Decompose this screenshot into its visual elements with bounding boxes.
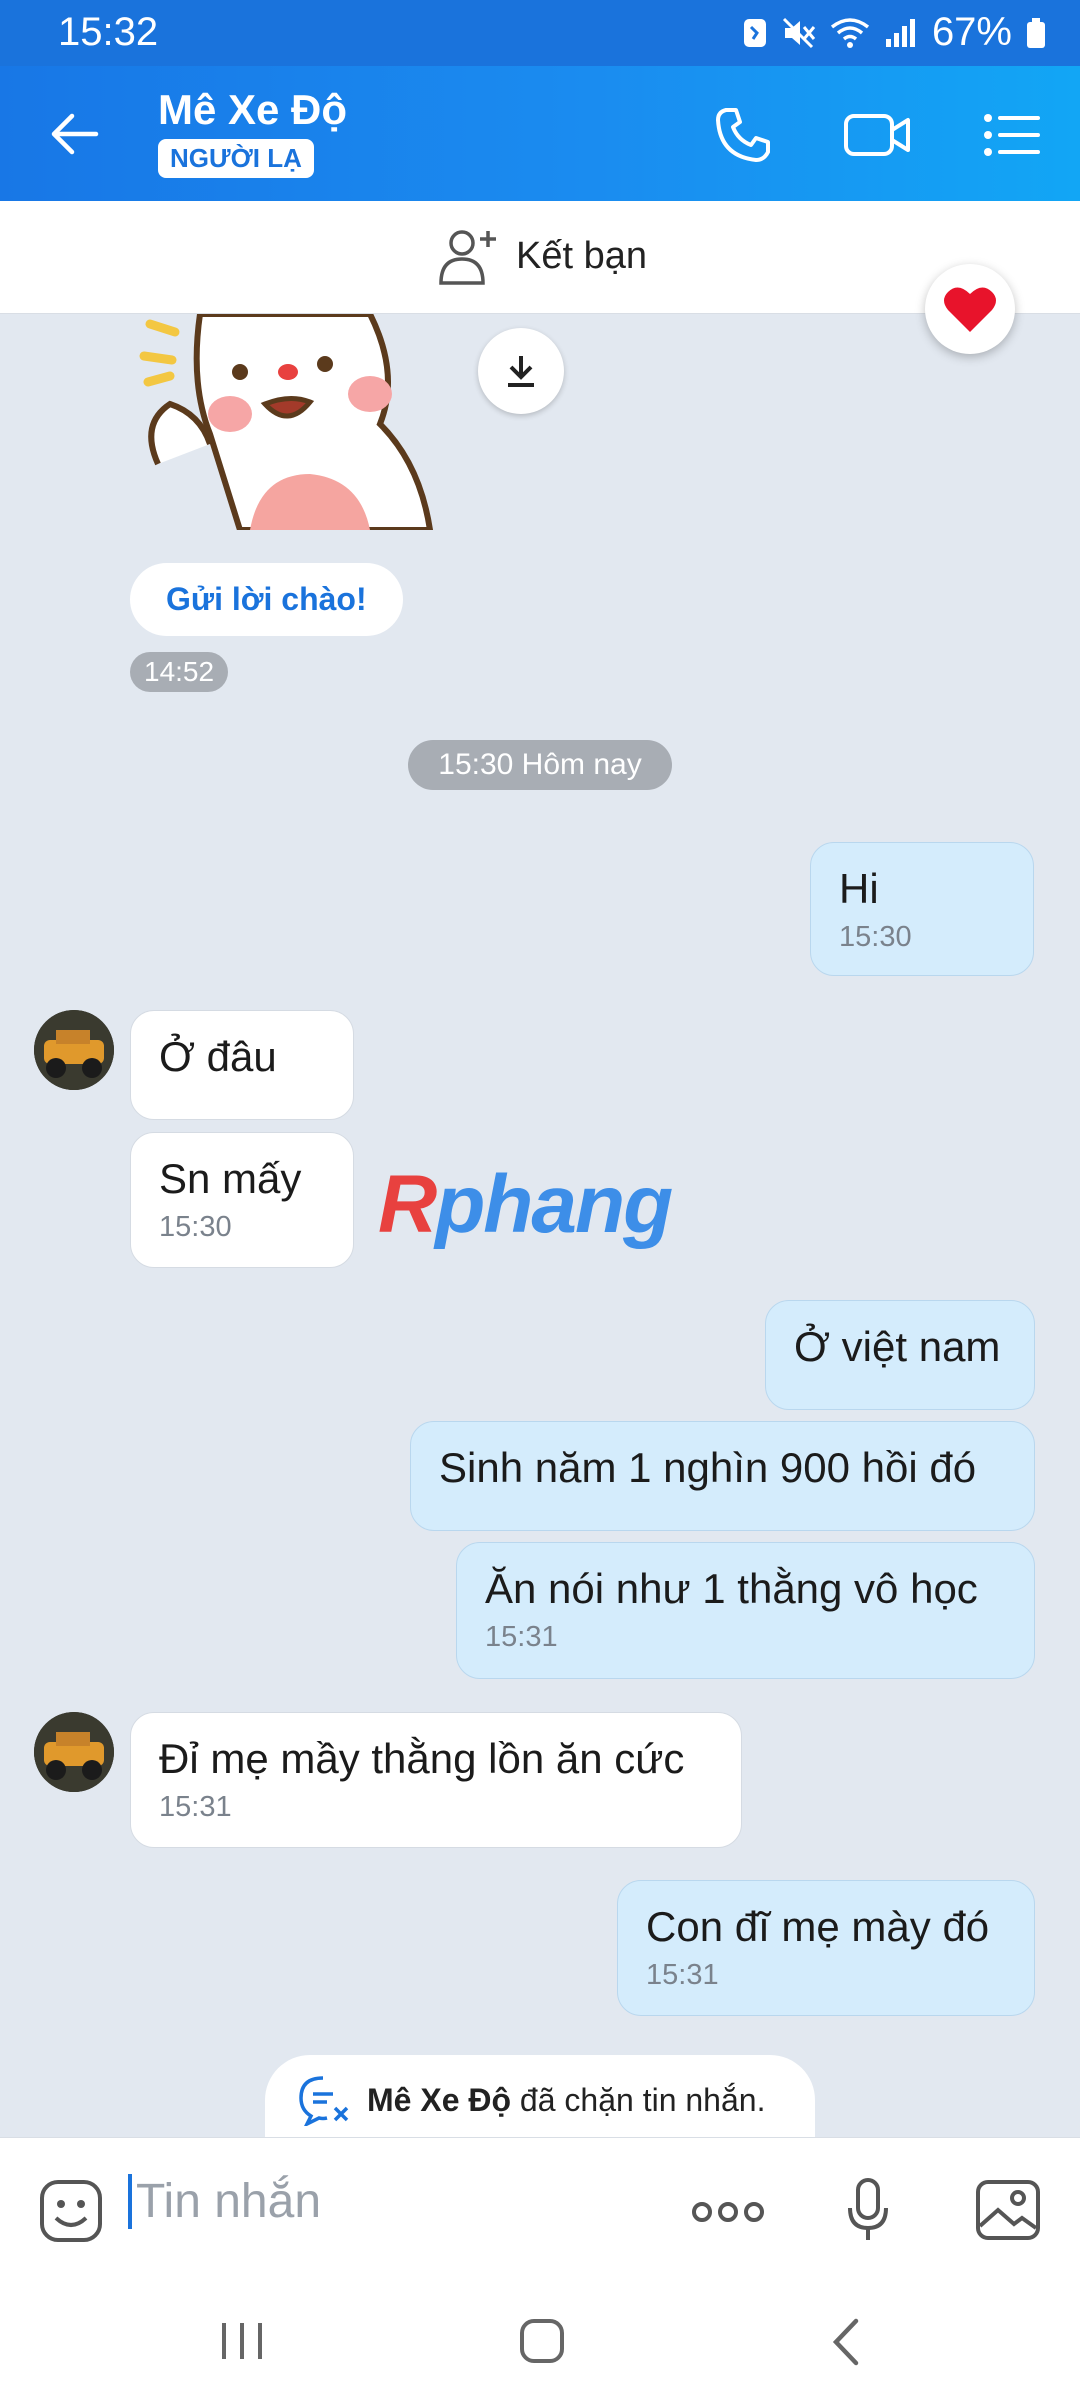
status-time: 15:32 — [58, 10, 159, 54]
add-friend-bar[interactable]: Kết bạn — [0, 201, 1080, 314]
more-options-icon[interactable] — [690, 2200, 766, 2224]
message-bubble-out[interactable]: Sinh năm 1 nghìn 900 hồi đó — [410, 1421, 1035, 1531]
message-input-bar: Tin nhắn — [0, 2137, 1080, 2278]
greeting-sticker[interactable] — [130, 314, 470, 530]
greeting-time: 14:52 — [130, 652, 229, 692]
message-time: 15:31 — [646, 1959, 719, 1991]
message-text: Sn mấy — [159, 1155, 302, 1202]
contact-name[interactable]: Mê Xe Độ — [158, 86, 347, 134]
message-time: 15:30 — [159, 1211, 232, 1243]
message-time: 15:31 — [159, 1791, 232, 1823]
message-bubble-in[interactable]: Ở đâu — [130, 1010, 354, 1120]
message-bubble-in[interactable]: Sn mấy 15:30 — [130, 1132, 354, 1268]
add-friend-label[interactable]: Kết bạn — [516, 235, 647, 278]
chat-header: Mê Xe Độ NGƯỜI LẠ — [0, 66, 1080, 201]
watermark: Rphang — [378, 1159, 673, 1250]
image-gallery-icon[interactable] — [974, 2178, 1042, 2242]
message-bubble-in[interactable]: Đỉ mẹ mầy thằng lồn ăn cức 15:31 — [130, 1712, 742, 1848]
message-text: Con đĩ mẹ mày đó — [646, 1903, 990, 1950]
avatar-image — [34, 1712, 114, 1792]
battery-percent: 67% — [931, 10, 1012, 54]
message-text: Đỉ mẹ mầy thằng lồn ăn cức — [159, 1735, 685, 1782]
recent-apps-icon[interactable] — [218, 2319, 266, 2363]
home-icon[interactable] — [518, 2317, 566, 2365]
menu-list-icon[interactable] — [980, 104, 1042, 166]
chat-blocked-icon — [299, 2076, 349, 2126]
blocked-contact-name: Mê Xe Độ — [367, 2081, 512, 2118]
avatar-image — [34, 1010, 114, 1090]
message-text: Ăn nói như 1 thằng vô học — [485, 1565, 978, 1612]
phone-icon[interactable] — [712, 104, 774, 166]
day-separator: 15:30 Hôm nay — [408, 740, 672, 790]
message-text: Hi — [839, 865, 879, 912]
download-icon — [508, 356, 534, 387]
send-greeting-button[interactable]: Gửi lời chào! — [130, 563, 403, 636]
message-text: Ở đâu — [159, 1033, 277, 1080]
message-time: 15:30 — [839, 921, 912, 953]
blocked-text: đã chặn tin nhắn. — [511, 2081, 766, 2118]
heart-icon — [944, 287, 996, 332]
favorite-heart-button[interactable] — [925, 264, 1015, 354]
message-text: Sinh năm 1 nghìn 900 hồi đó — [439, 1444, 977, 1491]
back-arrow-icon[interactable] — [48, 106, 104, 162]
message-time: 15:31 — [485, 1621, 558, 1653]
status-icons: 67% — [742, 10, 1046, 55]
add-friend-icon — [439, 230, 496, 285]
bear-sticker-image — [139, 314, 434, 530]
contact-avatar[interactable] — [34, 1010, 114, 1090]
nav-back-icon[interactable] — [826, 2317, 866, 2367]
contact-avatar[interactable] — [34, 1712, 114, 1792]
message-bubble-out[interactable]: Con đĩ mẹ mày đó 15:31 — [617, 1880, 1035, 2016]
mute-icon — [782, 17, 816, 48]
wifi-icon — [830, 17, 870, 48]
message-bubble-out[interactable]: Ăn nói như 1 thằng vô học 15:31 — [456, 1542, 1035, 1679]
message-input[interactable]: Tin nhắn — [128, 2174, 321, 2229]
video-call-icon[interactable] — [842, 104, 914, 166]
microphone-icon[interactable] — [844, 2176, 892, 2244]
sticker-emoji-icon[interactable] — [38, 2178, 104, 2244]
message-bubble-out[interactable]: Hi 15:30 — [810, 842, 1034, 976]
nfc-icon — [743, 18, 766, 47]
message-text: Ở việt nam — [794, 1323, 1001, 1370]
stranger-badge: NGƯỜI LẠ — [158, 139, 314, 178]
status-bar: 15:32 67% — [0, 0, 1080, 66]
battery-icon — [1027, 17, 1045, 48]
signal-icon — [885, 18, 915, 47]
system-nav-bar — [0, 2277, 1080, 2408]
download-button[interactable] — [478, 328, 564, 414]
blocked-notice: Mê Xe Độ đã chặn tin nhắn. — [265, 2055, 815, 2145]
message-bubble-out[interactable]: Ở việt nam — [765, 1300, 1035, 1410]
